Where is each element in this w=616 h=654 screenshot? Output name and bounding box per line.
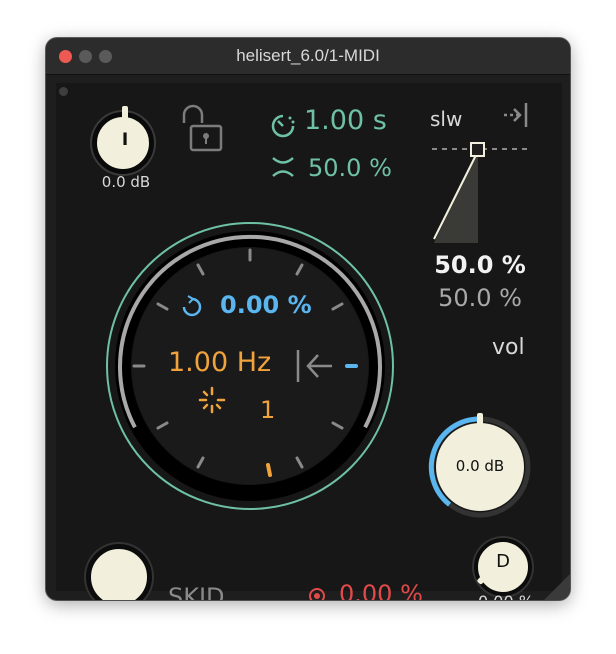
input-knob-pointer — [122, 106, 128, 120]
record-icon[interactable] — [309, 588, 325, 600]
rate-value[interactable]: 1.00 Hz — [168, 347, 271, 378]
slew-curve-graph[interactable] — [428, 139, 532, 243]
phase-value[interactable]: 0.00 % — [220, 291, 312, 319]
dry-knob-letter: D — [496, 551, 510, 572]
plugin-window: helisert_6.0/1-MIDI I 0.0 dB 1.00 s 50.0… — [46, 38, 570, 600]
skip-end-icon[interactable] — [500, 100, 530, 130]
kick-button[interactable] — [86, 544, 152, 600]
input-knob-letter: I — [121, 130, 129, 150]
slew-value-primary[interactable]: 50.0 % — [430, 251, 530, 279]
unlock-icon[interactable] — [172, 101, 232, 161]
slew-value-secondary: 50.0 % — [438, 284, 522, 312]
window-title: helisert_6.0/1-MIDI — [236, 46, 380, 65]
plugin-panel: I 0.0 dB 1.00 s 50.0 % slw 50.0 % 50.0 %… — [56, 83, 562, 600]
mix-value[interactable]: 50.0 % — [308, 154, 392, 182]
kick-label: SKID — [168, 583, 225, 600]
crossfade-icon — [272, 157, 294, 177]
volume-value: 0.0 dB — [455, 457, 505, 475]
resize-grip[interactable] — [544, 574, 570, 600]
timer-icon — [271, 114, 295, 138]
time-value[interactable]: 1.00 s — [304, 105, 387, 136]
record-value[interactable]: 0.00 % — [339, 580, 423, 600]
status-led — [59, 87, 68, 96]
steps-value[interactable]: 1 — [260, 396, 275, 424]
volume-label: vol — [492, 335, 525, 360]
volume-knob-pointer — [477, 413, 483, 429]
slew-label: slw — [430, 107, 463, 131]
input-gain-value: 0.0 dB — [101, 173, 151, 191]
title-bar[interactable]: helisert_6.0/1-MIDI — [46, 38, 570, 75]
dry-value: 0.00 % — [456, 592, 556, 600]
